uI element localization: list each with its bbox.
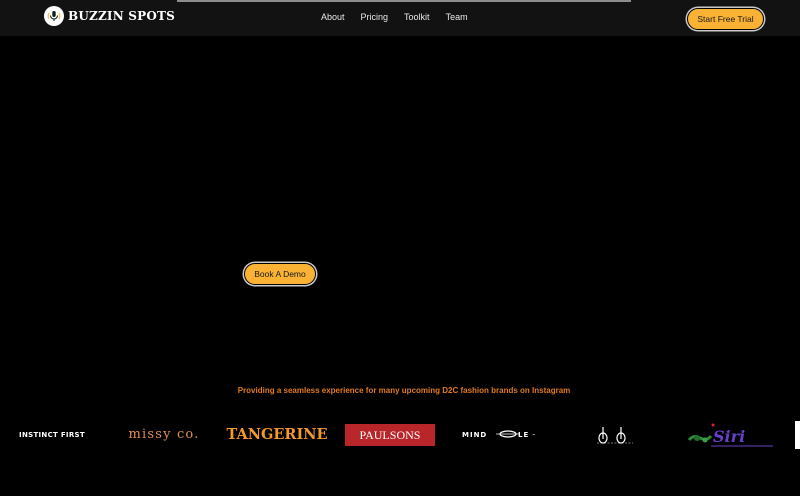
nav-team[interactable]: Team [446,12,468,22]
main-nav: About Pricing Toolkit Team [321,12,468,22]
microphone-icon [44,6,64,26]
brand-logo-missy-co: missy co. [120,425,208,443]
book-demo-button[interactable]: Book A Demo [244,263,316,285]
logo-text: BUZZIN SPOTS [68,9,176,23]
svg-text:MIND: MIND [462,431,487,439]
brand-logo-db [593,424,637,446]
nav-about[interactable]: About [321,12,345,22]
brand-logo-text: missy co. [128,426,200,442]
brand-logo-text: INSTINCT FIRST [19,431,85,439]
top-divider [177,0,631,2]
navbar: BUZZIN SPOTS About Pricing Toolkit Team … [0,0,800,36]
svg-text:™: ™ [532,433,536,438]
logo[interactable]: BUZZIN SPOTS [44,6,175,26]
start-free-trial-button[interactable]: Start Free Trial [687,8,764,30]
nav-toolkit[interactable]: Toolkit [404,12,430,22]
brand-logo-mindle: MIND LE ™ [462,428,544,440]
carousel-edge [795,421,800,449]
brand-logo-paulsons: PAULSONS [345,424,435,446]
brand-logo-text: TANGERINE [226,425,328,443]
nav-pricing[interactable]: Pricing [361,12,389,22]
brand-logo-tangerine: TANGERINE [226,423,327,445]
brand-logo-siri: Siri [683,420,777,450]
brands-tagline: Providing a seamless experience for many… [237,386,571,395]
svg-text:Siri: Siri [713,427,745,446]
brand-logo-text: PAULSONS [359,427,421,442]
page: BUZZIN SPOTS About Pricing Toolkit Team … [0,0,800,496]
svg-text:LE: LE [518,431,529,439]
brand-logo-instinct-first: INSTINCT FIRST [10,428,94,442]
